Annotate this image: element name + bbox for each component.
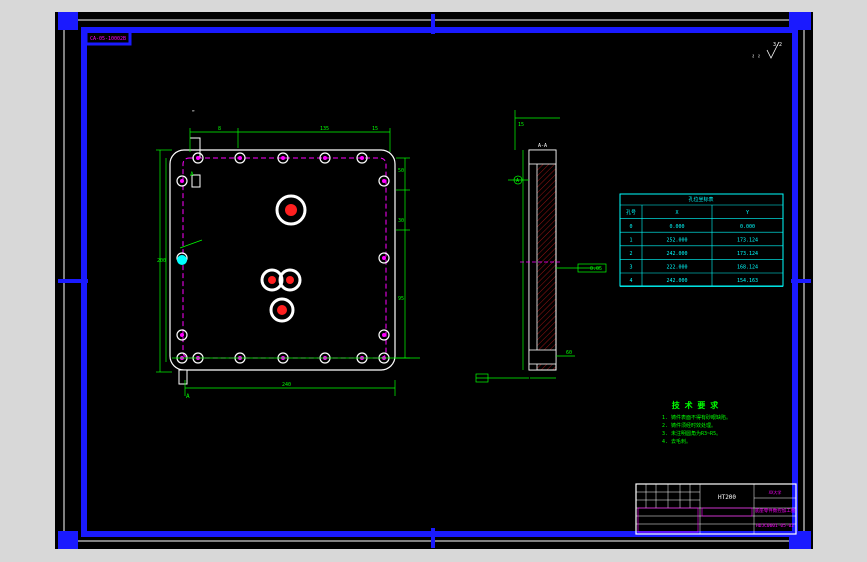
coord-table-title: 孔位坐标表: [688, 196, 713, 203]
frame-corner-tl: [58, 12, 78, 30]
selected-hole[interactable]: [177, 255, 187, 265]
side-dim-top: 15: [518, 122, 524, 128]
dim-right-3: 95: [398, 296, 404, 302]
coord-table-cell: 4: [629, 278, 632, 284]
drawing-canvas[interactable]: [55, 12, 813, 549]
frame-tick-bottom: [431, 528, 435, 548]
datum-label: A: [516, 178, 519, 184]
coord-table-cell: 252.000: [666, 237, 687, 243]
coord-table-cell: 242.000: [666, 278, 687, 284]
section-label: A-A: [538, 143, 547, 149]
side-dim-bottom: 60: [566, 350, 572, 356]
dim-top-left: 8: [218, 126, 221, 132]
tech-req-item-2: 2. 铸件须经时效处理。: [662, 422, 716, 429]
tech-req-item-4: 4. 去毛刺。: [662, 438, 691, 445]
coord-table-header-cell: Y: [746, 210, 749, 216]
cad-viewport[interactable]: CA-05-10002B 3.2 ≀ ≀ 8 135 15 200 50 30 …: [0, 0, 867, 562]
title-drawing-number: HDJC0601-05-02: [756, 523, 794, 529]
frame-tick-left: [58, 279, 88, 283]
dim-bottom: 240: [282, 382, 291, 388]
tech-req-item-3: 3. 未注明圆角为R3~R5。: [662, 430, 721, 437]
frame-corner-bl: [58, 531, 78, 549]
coord-table-cell: 3: [629, 265, 632, 271]
coord-table-cell: 242.000: [666, 251, 687, 257]
frame-tick-top: [431, 14, 435, 34]
coord-table-cell: 0.000: [740, 224, 755, 230]
coord-table-cell: 168.124: [737, 265, 758, 271]
section-cut-bottom: [178, 369, 188, 385]
tolerance-value: 0.05: [590, 266, 602, 272]
dim-right-1: 50: [398, 168, 404, 174]
drawing-code-text: CA-05-10002B: [90, 36, 126, 42]
section-hole-bottom: [528, 349, 557, 365]
coord-table-header-cell: 孔号: [626, 209, 636, 216]
title-company: XX大学: [769, 489, 782, 495]
coord-table-cell: 0.000: [669, 224, 684, 230]
surface-finish-mark: ≀ ≀: [752, 53, 760, 60]
frame-corner-tr: [789, 12, 811, 30]
tech-req-item-1: 1. 铸件表面不得有砂眼缺陷。: [662, 414, 731, 421]
tech-req-title: 技 术 要 求: [672, 400, 719, 410]
coord-table-cell: 222.000: [666, 265, 687, 271]
dim-top-right: 135: [320, 126, 329, 132]
section-mark-bottom: A: [186, 393, 190, 400]
dim-top-right-2: 15: [372, 126, 378, 132]
coord-table-cell: 173.124: [737, 251, 758, 257]
section-mark-top: A: [190, 171, 194, 178]
coord-table-cell: 154.163: [737, 278, 758, 284]
title-material: HT200: [718, 494, 736, 501]
dim-left-height: 200: [157, 258, 166, 264]
coord-table-header-cell: X: [675, 210, 678, 216]
section-web: [528, 149, 538, 371]
section-hole-top: [528, 149, 557, 165]
coord-table-cell: 0: [629, 224, 632, 230]
frame-tick-right: [791, 279, 811, 283]
surface-finish-value: 3.2: [773, 42, 782, 48]
coord-table-cell: 1: [629, 237, 632, 243]
dim-right-2: 30: [398, 218, 404, 224]
coord-table-cell: 2: [629, 251, 632, 257]
coord-table-cell: 173.124: [737, 237, 758, 243]
title-drawing-name: 底座零件数控加工图: [755, 507, 796, 514]
